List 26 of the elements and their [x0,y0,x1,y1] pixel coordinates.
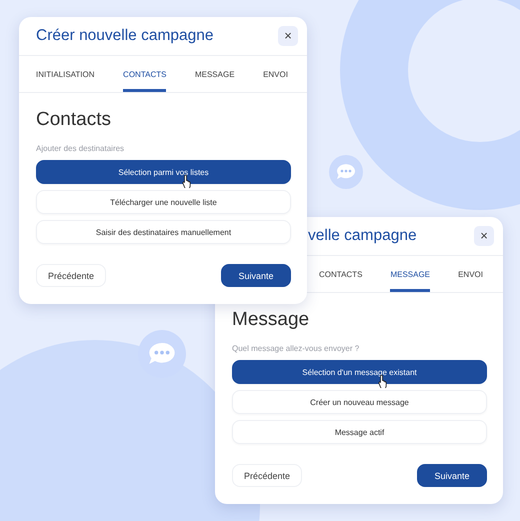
previous-button[interactable]: Précédente [36,264,106,287]
tab[interactable]: MESSAGE [390,256,430,292]
option-button[interactable]: Sélection parmi vos listes [36,160,291,184]
option-button[interactable]: Message actif [232,420,487,444]
tab[interactable]: INITIALISATION [36,56,95,92]
tab[interactable]: CONTACTS [319,256,362,292]
prompt-text: Ajouter des destinataires [36,144,126,153]
close-button[interactable]: × [278,26,298,46]
option-button[interactable]: Sélection d'un message existant [232,360,487,384]
prompt-text: Quel message allez-vous envoyer ? [232,344,360,353]
dialog-title: Créer nouvelle campagne [36,27,214,45]
section-heading: Contacts [36,109,112,131]
tab[interactable]: ENVOI [458,256,483,292]
next-button[interactable]: Suivante [417,464,487,487]
option-button[interactable]: Télécharger une nouvelle liste [36,190,291,214]
option-button[interactable]: Créer un nouveau message [232,390,487,414]
tab[interactable]: MESSAGE [194,56,235,92]
option-button[interactable]: Saisir des destinataires manuellement [36,220,291,244]
next-button[interactable]: Suivante [221,264,291,287]
previous-button[interactable]: Précédente [232,464,302,487]
tab[interactable]: CONTACTS [123,56,166,92]
close-button[interactable]: × [474,226,494,246]
dialog-title: velle campagne [308,227,417,245]
chat-bubble-icon [329,155,363,189]
section-heading: Message [232,309,310,331]
tab[interactable]: ENVOI [263,56,288,92]
